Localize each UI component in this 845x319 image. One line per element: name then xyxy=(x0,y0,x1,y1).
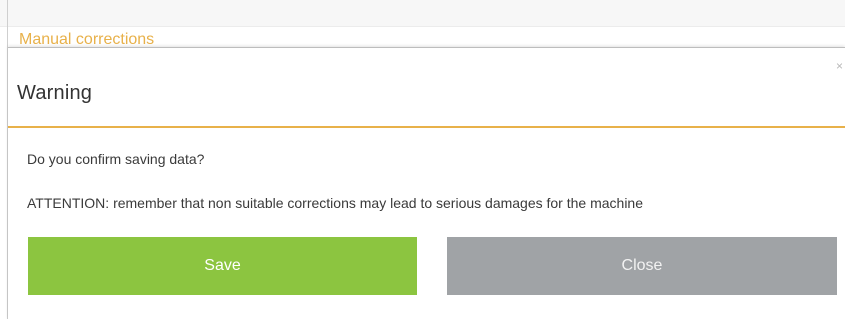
close-button[interactable]: Close xyxy=(447,237,837,295)
title-divider xyxy=(8,126,845,128)
save-button[interactable]: Save xyxy=(28,237,417,295)
close-icon[interactable]: × xyxy=(836,60,843,72)
background-top-bar xyxy=(0,0,845,27)
dialog-title: Warning xyxy=(17,82,93,104)
confirm-message: Do you confirm saving data? xyxy=(27,151,205,167)
warning-dialog: × Warning Do you confirm saving data? AT… xyxy=(8,47,845,319)
page: Manual corrections × Warning Do you conf… xyxy=(0,0,845,319)
attention-message: ATTENTION: remember that non suitable co… xyxy=(27,195,644,211)
